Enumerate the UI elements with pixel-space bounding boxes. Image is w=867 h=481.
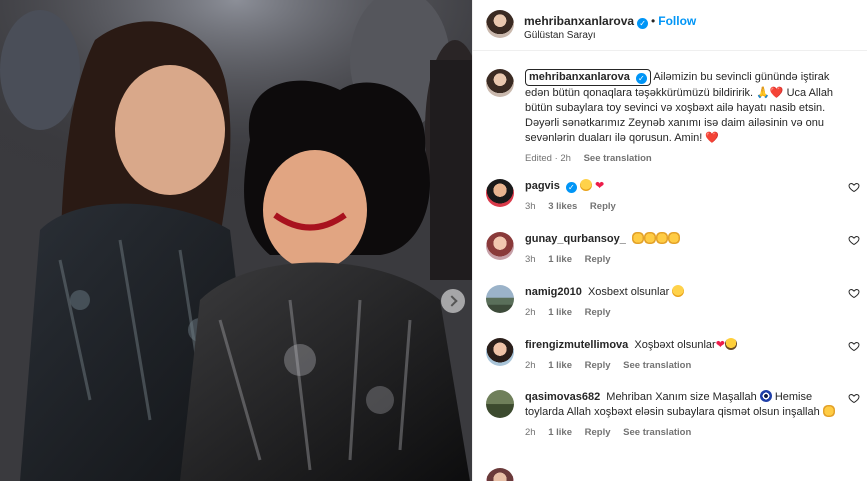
verified-badge-icon: ✓	[637, 18, 649, 29]
comment-text: Xosbext olsunlar	[587, 286, 670, 298]
avatar[interactable]	[486, 390, 514, 418]
avatar[interactable]	[486, 338, 514, 366]
comment-text: Mehriban Xanım size Maşallah	[606, 391, 757, 403]
avatar[interactable]	[486, 285, 514, 313]
reply-button[interactable]: Reply	[585, 360, 611, 371]
comment-username[interactable]: gunay_qurbansoy_	[525, 233, 626, 245]
reply-button[interactable]: Reply	[585, 307, 611, 318]
comment-time: 3h	[525, 201, 536, 212]
comment-likes[interactable]: 1 like	[548, 254, 572, 265]
comment-time: 2h	[525, 307, 536, 318]
heart-outline-icon[interactable]	[848, 392, 860, 404]
comment-username[interactable]: qasimovas682	[525, 391, 600, 403]
evil-eye-emoji-icon	[759, 390, 772, 402]
clap-emoji-icon	[667, 232, 680, 244]
avatar[interactable]	[486, 468, 514, 481]
chevron-right-icon[interactable]	[441, 289, 465, 313]
comment-likes[interactable]: 3 likes	[548, 201, 577, 212]
avatar[interactable]	[486, 10, 514, 38]
caption-username[interactable]: mehribanxanlarova	[529, 71, 630, 83]
comment-time: 2h	[525, 427, 536, 438]
heart-emoji-icon: ❤	[594, 180, 605, 192]
comments-list[interactable]: mehribanxanlarova ✓ Ailəmizin bu sevincli…	[473, 52, 867, 481]
reply-button[interactable]: Reply	[585, 254, 611, 265]
heart-emoji-icon: ❤	[715, 339, 725, 351]
clap-emoji-icon	[822, 405, 835, 417]
comment-likes[interactable]: 1 like	[548, 360, 572, 371]
clap-emoji-icon	[655, 232, 668, 244]
hug-emoji-icon	[724, 338, 737, 350]
heart-outline-icon[interactable]	[848, 181, 860, 193]
avatar[interactable]	[486, 179, 514, 207]
post-photo	[0, 0, 472, 481]
comment-username[interactable]: namig2010	[525, 286, 582, 298]
heart-outline-icon[interactable]	[848, 287, 860, 299]
comment-text: Xoşbəxt olsunlar	[634, 339, 716, 351]
see-translation-button[interactable]: See translation	[623, 427, 691, 438]
comment-username[interactable]: pagvis	[525, 180, 560, 192]
avatar[interactable]	[486, 232, 514, 260]
smile-emoji-icon	[672, 285, 685, 297]
follow-button[interactable]: Follow	[658, 14, 696, 28]
comment-likes[interactable]: 1 like	[548, 307, 572, 318]
caption-edited: Edited · 2h	[525, 153, 571, 164]
avatar[interactable]	[486, 69, 514, 97]
comment-time: 2h	[525, 360, 536, 371]
heart-outline-icon[interactable]	[848, 234, 860, 246]
comment-username[interactable]: firengizmutellimova	[525, 339, 628, 351]
location-link[interactable]: Gülüstan Sarayı	[524, 30, 596, 41]
comment-likes[interactable]: 1 like	[548, 427, 572, 438]
clap-emoji-icon	[643, 232, 656, 244]
reply-button[interactable]: Reply	[590, 201, 616, 212]
header-username[interactable]: mehribanxanlarova	[524, 14, 634, 28]
smile-emoji-icon	[579, 179, 592, 191]
verified-badge-icon: ✓	[565, 182, 577, 193]
see-translation-button[interactable]: See translation	[584, 153, 652, 164]
verified-badge-icon: ✓	[635, 73, 647, 84]
separator-dot: •	[651, 14, 656, 28]
heart-outline-icon[interactable]	[848, 340, 860, 352]
reply-button[interactable]: Reply	[585, 427, 611, 438]
post-header: mehribanxanlarova ✓ • Follow Gülüstan Saray…	[473, 0, 867, 51]
caption-username-box[interactable]: mehribanxanlarova ✓	[525, 69, 651, 86]
post-detail-panel: mehribanxanlarova ✓ • Follow Gülüstan Saray…	[472, 0, 867, 481]
clap-emoji-icon	[631, 232, 644, 244]
see-translation-button[interactable]: See translation	[623, 360, 691, 371]
comment-time: 3h	[525, 254, 536, 265]
